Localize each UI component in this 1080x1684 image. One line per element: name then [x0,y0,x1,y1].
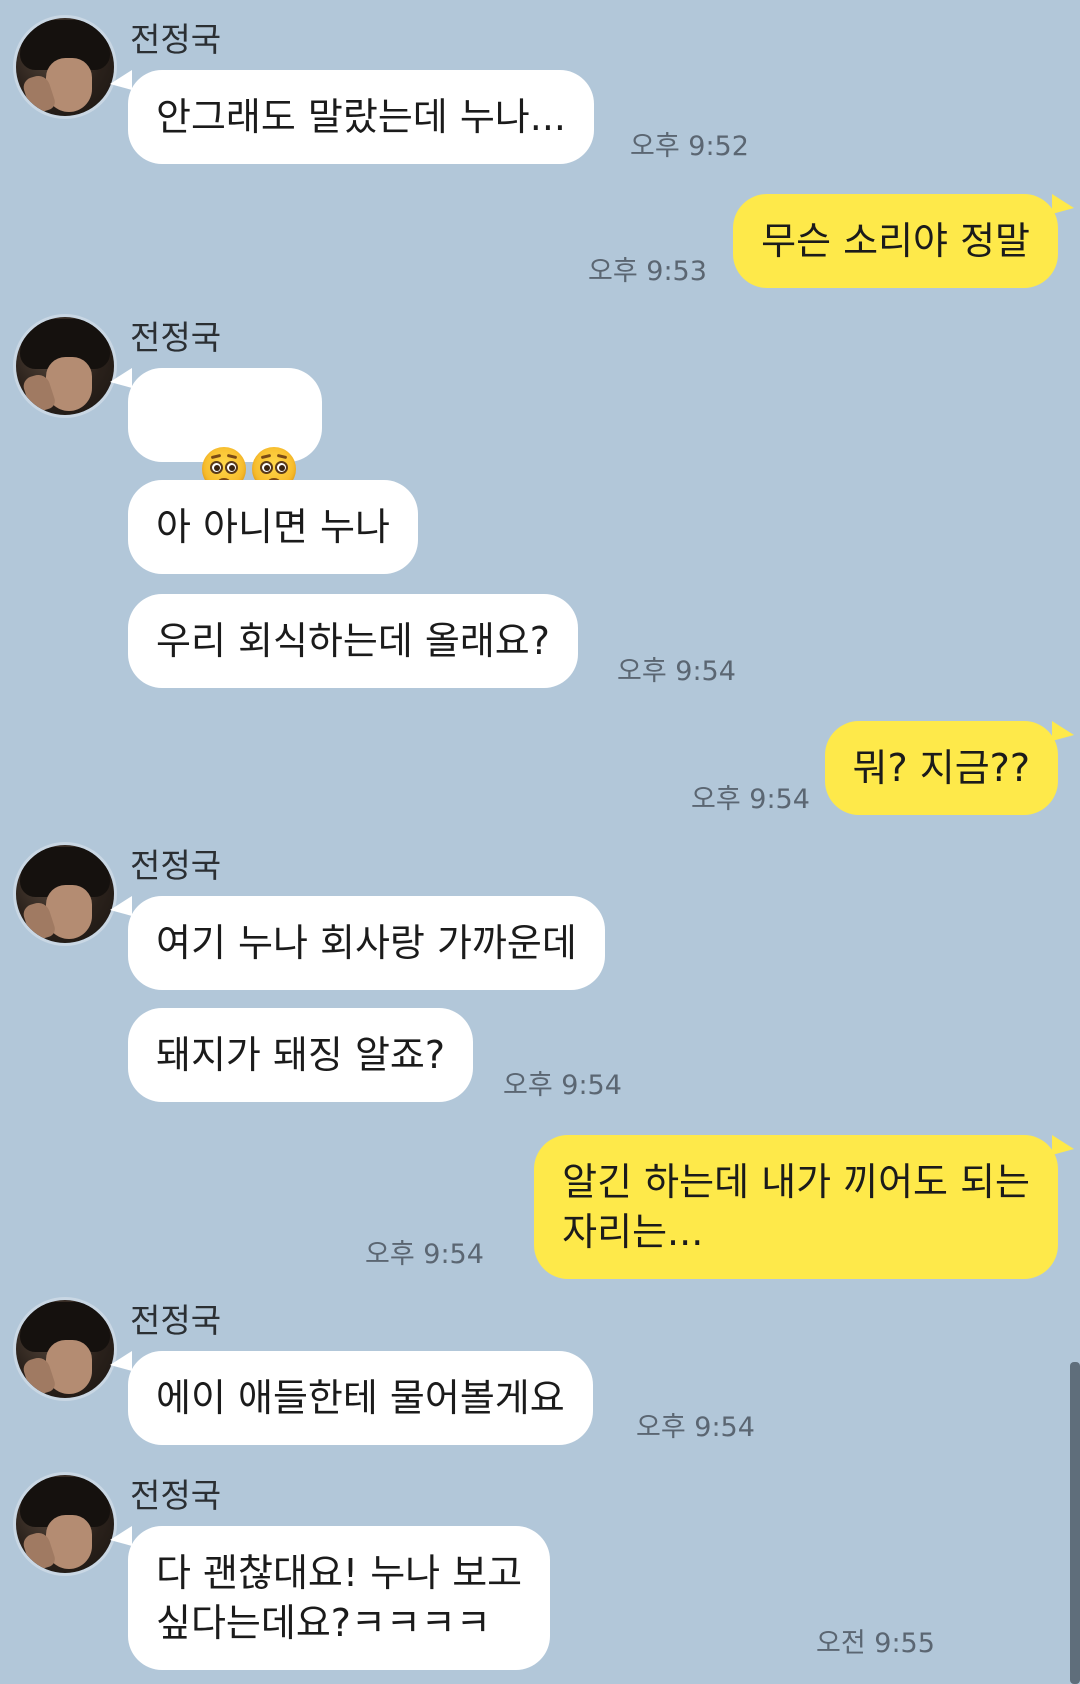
message-bubble-outgoing[interactable]: 무슨 소리야 정말 [733,194,1058,288]
message-bubble-incoming[interactable]: 여기 누나 회사랑 가까운데 [128,896,605,990]
message-bubble-incoming[interactable]: 에이 애들한테 물어볼게요 [128,1351,593,1445]
bubble-tail [110,896,132,916]
contact-avatar[interactable] [16,845,114,943]
message-time: 오후 9:54 [617,656,736,687]
message-bubble-outgoing[interactable]: 알긴 하는데 내가 끼어도 되는 자리는... [534,1135,1058,1279]
bubble-tail [110,1526,132,1546]
message-bubble-incoming[interactable]: 아 아니면 누나 [128,480,418,574]
message-bubble-incoming[interactable]: 안그래도 말랐는데 누나... [128,70,594,164]
message-time: 오후 9:52 [630,131,749,162]
message-time: 오후 9:54 [636,1412,755,1443]
message-time: 오후 9:54 [365,1239,484,1270]
message-time: 오후 9:54 [503,1070,622,1101]
bubble-tail [1052,1135,1074,1155]
bubble-tail [1052,194,1074,214]
scrollbar[interactable] [1070,1362,1080,1684]
bubble-tail [110,1351,132,1371]
message-time: 오전 9:55 [816,1628,935,1659]
bubble-tail [1052,721,1074,741]
message-bubble-outgoing[interactable]: 뭐? 지금?? [824,721,1058,815]
sender-name: 전정국 [130,318,222,357]
sender-name: 전정국 [130,1301,222,1340]
message-bubble-incoming[interactable]: 돼지가 돼징 알죠? [128,1008,474,1102]
chat-area[interactable]: 전정국 안그래도 말랐는데 누나... 오후 9:52 무슨 소리야 정말 오후… [0,0,1080,1684]
message-bubble-incoming[interactable]: 다 괜찮대요! 누나 보고 싶다는데요?ㅋㅋㅋㅋ [128,1526,551,1670]
contact-avatar[interactable] [16,317,114,415]
sender-name: 전정국 [130,1476,222,1515]
bubble-tail [110,368,132,388]
message-time: 오후 9:54 [691,784,810,815]
message-bubble-incoming[interactable] [128,368,323,491]
message-bubble-incoming[interactable]: 우리 회식하는데 올래요? [128,594,578,688]
sender-name: 전정국 [130,20,222,59]
bubble-tail [110,70,132,90]
contact-avatar[interactable] [16,1300,114,1398]
contact-avatar[interactable] [16,1475,114,1573]
contact-avatar[interactable] [16,18,114,116]
message-time: 오후 9:53 [588,256,707,287]
sender-name: 전정국 [130,846,222,885]
